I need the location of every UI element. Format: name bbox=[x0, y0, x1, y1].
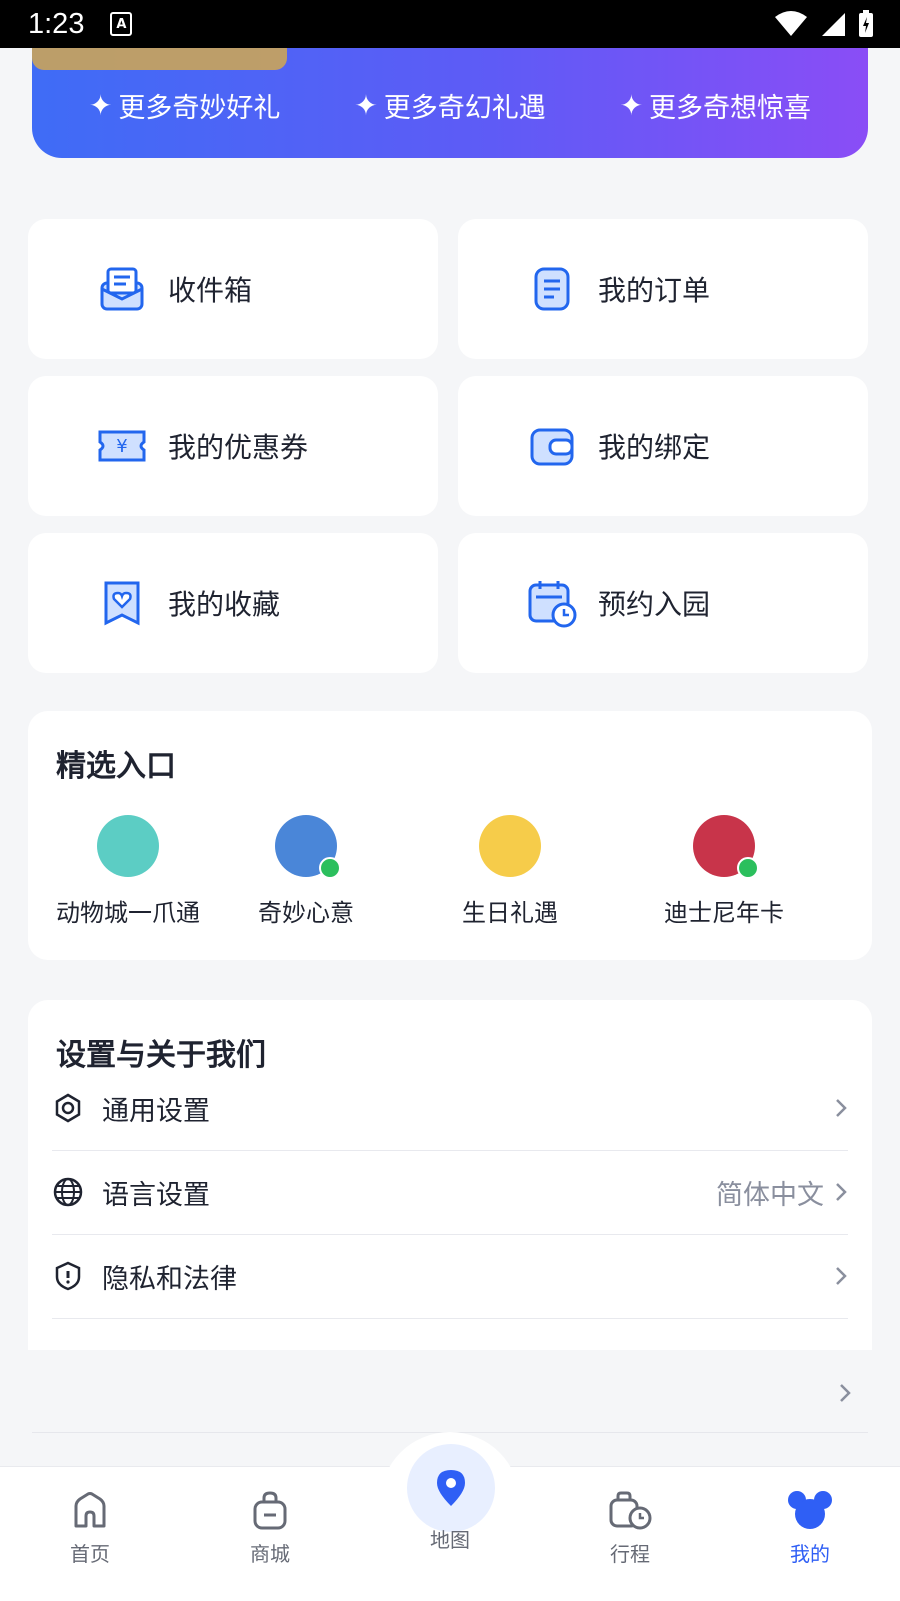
luggage-clock-icon bbox=[609, 1491, 652, 1530]
settings-card: 设置与关于我们 通用设置 语言设置 简体中文 隐私和法律 bbox=[28, 1000, 872, 1350]
featured-title: 精选入口 bbox=[56, 749, 176, 784]
chevron-right-icon bbox=[840, 1384, 851, 1402]
tile-orders[interactable]: 我的订单 bbox=[458, 219, 868, 359]
tab-label: 行程 bbox=[610, 1542, 650, 1566]
map-pin-icon bbox=[437, 1470, 465, 1506]
sparkle-icon: ✦ bbox=[354, 89, 378, 122]
tab-map[interactable]: 地图 bbox=[390, 1516, 510, 1553]
zootopia-avatar bbox=[97, 815, 159, 877]
row-label: 通用设置 bbox=[102, 1095, 210, 1127]
tile-label: 我的订单 bbox=[598, 274, 711, 307]
featured-wonderful-gift[interactable]: 奇妙心意 bbox=[206, 815, 406, 928]
mickey-gift-avatar bbox=[275, 815, 341, 879]
shield-icon bbox=[55, 1261, 81, 1291]
promo-banner[interactable]: ✦ 更多奇妙好礼 ✦ 更多奇幻礼遇 ✦ 更多奇想惊喜 bbox=[32, 48, 868, 158]
tile-label: 预约入园 bbox=[598, 588, 711, 621]
favorite-icon bbox=[104, 581, 140, 626]
featured-label: 迪士尼年卡 bbox=[664, 899, 784, 927]
signal-icon bbox=[822, 13, 845, 36]
banner-item-gifts: ✦ 更多奇妙好礼 bbox=[88, 89, 281, 124]
tile-label: 我的收藏 bbox=[168, 588, 281, 621]
tab-home[interactable]: 首页 bbox=[30, 1490, 150, 1567]
status-time: 1:23 bbox=[28, 7, 85, 40]
globe-icon bbox=[53, 1177, 83, 1207]
status-bar: 1:23 A bbox=[0, 0, 900, 48]
tab-me[interactable]: 我的 bbox=[750, 1490, 870, 1567]
coupon-icon: ¥ bbox=[98, 430, 146, 462]
sparkle-icon: ✦ bbox=[88, 89, 113, 122]
tab-shop[interactable]: 商城 bbox=[210, 1490, 330, 1567]
gear-icon bbox=[55, 1093, 81, 1123]
tile-label: 我的绑定 bbox=[598, 431, 711, 464]
chevron-right-icon bbox=[836, 1099, 847, 1117]
tile-label: 我的优惠券 bbox=[168, 431, 309, 464]
annual-pass-avatar bbox=[693, 815, 759, 879]
tab-label: 首页 bbox=[70, 1542, 110, 1566]
svg-text:¥: ¥ bbox=[116, 436, 127, 457]
shopping-bag-icon bbox=[253, 1491, 287, 1530]
language-value: 简体中文 bbox=[716, 1179, 824, 1211]
tab-label: 地图 bbox=[430, 1528, 470, 1552]
banner-item-surprises: ✦ 更多奇想惊喜 bbox=[619, 89, 812, 124]
tile-coupons[interactable]: ¥ 我的优惠券 bbox=[28, 376, 438, 516]
chevron-right-icon bbox=[836, 1183, 847, 1201]
sparkle-icon: ✦ bbox=[619, 89, 644, 122]
tile-favorites[interactable]: 我的收藏 bbox=[28, 533, 438, 673]
featured-birthday[interactable]: 生日礼遇 bbox=[410, 815, 610, 928]
miniprogram-badge-icon bbox=[319, 857, 341, 879]
row-label: 隐私和法律 bbox=[102, 1263, 237, 1295]
notification-icon: A bbox=[110, 12, 133, 36]
order-icon bbox=[534, 267, 570, 311]
featured-annual-pass[interactable]: 迪士尼年卡 bbox=[624, 815, 824, 928]
tile-inbox[interactable]: 收件箱 bbox=[28, 219, 438, 359]
mickey-head-icon bbox=[788, 1491, 832, 1529]
settings-row-language[interactable]: 语言设置 简体中文 bbox=[52, 1150, 848, 1234]
featured-label: 动物城一爪通 bbox=[56, 899, 200, 927]
tab-label: 商城 bbox=[250, 1542, 290, 1566]
wifi-icon bbox=[775, 11, 807, 36]
birthday-cake-avatar bbox=[479, 815, 541, 877]
settings-row-privacy[interactable]: 隐私和法律 bbox=[52, 1234, 848, 1318]
wallet-icon bbox=[530, 428, 574, 466]
inbox-icon bbox=[100, 267, 144, 311]
row-label: 语言设置 bbox=[102, 1179, 210, 1211]
banner-item-perks: ✦ 更多奇幻礼遇 bbox=[354, 89, 546, 124]
tile-park-reservation[interactable]: 预约入园 bbox=[458, 533, 868, 673]
tile-bindings[interactable]: 我的绑定 bbox=[458, 376, 868, 516]
settings-row-hidden[interactable] bbox=[32, 1350, 868, 1434]
featured-entries-card: 精选入口 动物城一爪通 奇妙心意 生日礼遇 迪士尼年卡 bbox=[28, 711, 872, 960]
featured-zootopia[interactable]: 动物城一爪通 bbox=[28, 815, 228, 928]
tile-label: 收件箱 bbox=[168, 274, 253, 307]
calendar-clock-icon bbox=[528, 581, 577, 628]
featured-label: 奇妙心意 bbox=[258, 899, 354, 927]
settings-row-general[interactable]: 通用设置 bbox=[52, 1066, 848, 1150]
home-icon bbox=[74, 1492, 106, 1528]
tab-itinerary[interactable]: 行程 bbox=[570, 1490, 690, 1567]
miniprogram-badge-icon bbox=[737, 857, 759, 879]
chevron-right-icon bbox=[836, 1267, 847, 1285]
divider bbox=[52, 1318, 848, 1319]
battery-icon bbox=[859, 10, 873, 37]
banner-tab-decoration bbox=[32, 48, 287, 70]
tab-label: 我的 bbox=[790, 1542, 830, 1566]
featured-label: 生日礼遇 bbox=[462, 899, 558, 927]
